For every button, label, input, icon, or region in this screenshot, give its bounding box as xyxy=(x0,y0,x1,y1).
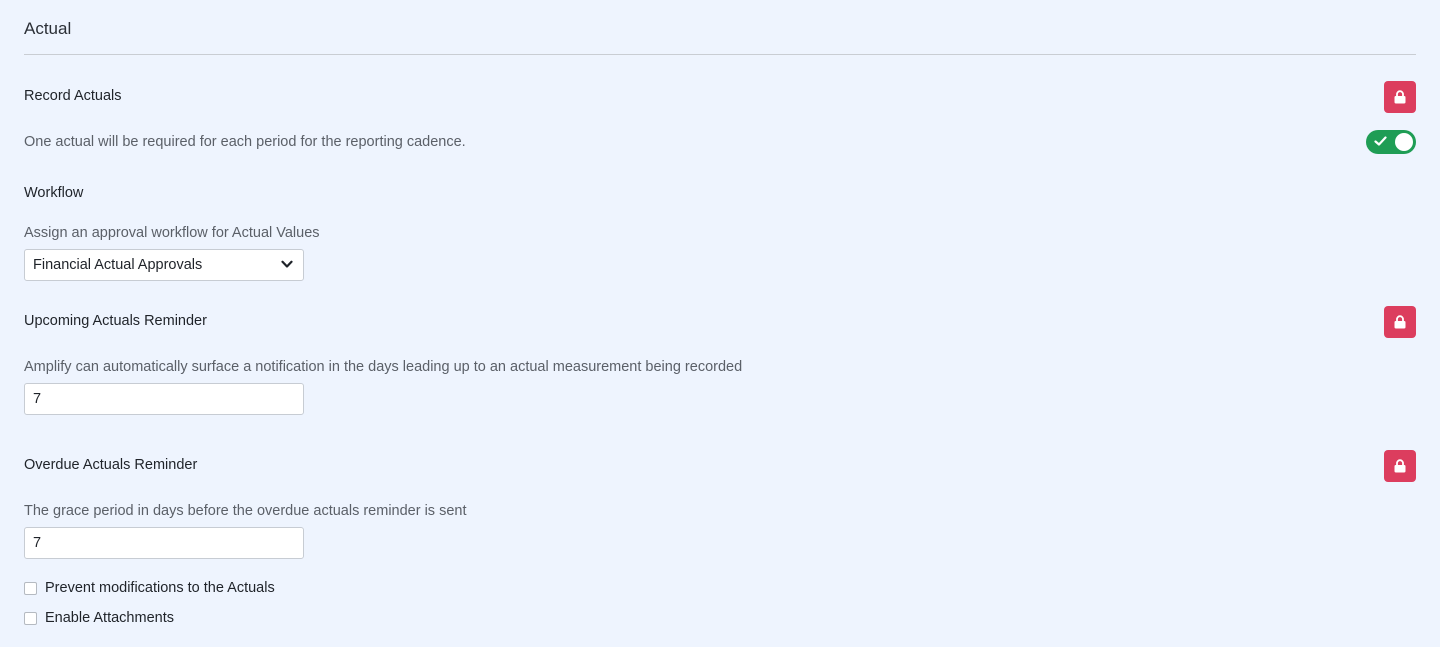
prevent-modifications-option[interactable]: Prevent modifications to the Actuals xyxy=(24,580,275,596)
workflow-heading: Workflow xyxy=(24,185,84,201)
record-actuals-description: One actual will be required for each per… xyxy=(24,134,466,150)
record-actuals-lock-button[interactable] xyxy=(1384,81,1416,113)
overdue-reminder-description: The grace period in days before the over… xyxy=(24,503,467,519)
workflow-select[interactable]: Financial Actual Approvals xyxy=(24,249,304,281)
section-divider xyxy=(24,54,1416,55)
enable-attachments-option[interactable]: Enable Attachments xyxy=(24,610,174,626)
toggle-knob xyxy=(1395,133,1413,151)
upcoming-reminder-days-input[interactable] xyxy=(24,383,304,415)
check-icon xyxy=(1374,136,1387,146)
chevron-down-icon xyxy=(281,260,293,268)
record-actuals-toggle[interactable] xyxy=(1366,130,1416,154)
record-actuals-heading: Record Actuals xyxy=(24,88,122,104)
actual-settings-panel: Actual Record Actuals One actual will be… xyxy=(0,0,1440,647)
upcoming-reminder-heading: Upcoming Actuals Reminder xyxy=(24,313,207,329)
section-title: Actual xyxy=(24,19,72,38)
lock-icon xyxy=(1394,90,1406,104)
upcoming-reminder-description: Amplify can automatically surface a noti… xyxy=(24,359,743,375)
lock-icon xyxy=(1394,315,1406,329)
prevent-modifications-label: Prevent modifications to the Actuals xyxy=(45,580,275,596)
prevent-modifications-checkbox[interactable] xyxy=(24,581,37,595)
overdue-reminder-days-input[interactable] xyxy=(24,527,304,559)
lock-icon xyxy=(1394,459,1406,473)
enable-attachments-checkbox[interactable] xyxy=(24,611,37,625)
workflow-select-value: Financial Actual Approvals xyxy=(33,257,203,273)
enable-attachments-label: Enable Attachments xyxy=(45,610,174,626)
workflow-description: Assign an approval workflow for Actual V… xyxy=(24,225,320,241)
upcoming-reminder-lock-button[interactable] xyxy=(1384,306,1416,338)
overdue-reminder-heading: Overdue Actuals Reminder xyxy=(24,457,198,473)
overdue-reminder-lock-button[interactable] xyxy=(1384,450,1416,482)
